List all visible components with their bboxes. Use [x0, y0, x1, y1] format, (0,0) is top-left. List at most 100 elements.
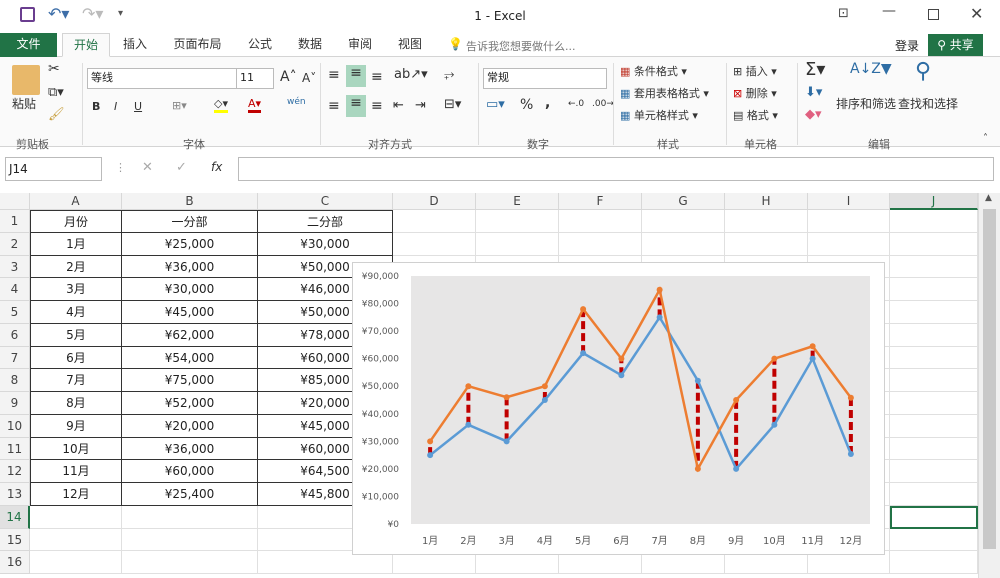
format-as-table-button[interactable]: ▦ 套用表格格式 ▾ — [620, 85, 709, 101]
cell[interactable] — [559, 210, 642, 233]
line-chart[interactable]: ¥0 ¥10,000 ¥20,000 ¥30,000 ¥40,000 ¥50,000 ¥60… — [352, 262, 885, 555]
cell[interactable] — [122, 528, 258, 552]
minimize-button[interactable]: — — [882, 3, 896, 19]
row-header-5[interactable]: 5 — [0, 301, 30, 324]
increase-decimal-icon[interactable]: ←.0 — [568, 99, 584, 109]
tab-view[interactable]: 视图 — [390, 33, 430, 57]
cell[interactable] — [122, 551, 258, 574]
table-cell[interactable]: ¥20,000 — [122, 414, 258, 438]
row-header-3[interactable]: 3 — [0, 255, 30, 279]
comma-button[interactable]: , — [545, 95, 550, 111]
phonetic-icon[interactable]: wén — [287, 97, 306, 107]
fill-icon[interactable]: ⬇▾ — [805, 85, 822, 100]
cell[interactable] — [890, 323, 978, 347]
row-header-6[interactable]: 6 — [0, 323, 30, 347]
fill-color-icon[interactable]: ◇▾ — [214, 97, 228, 113]
tab-file[interactable]: 文件 — [0, 33, 57, 57]
insert-cells-button[interactable]: ⊞ 插入 ▾ — [733, 63, 777, 79]
cell[interactable] — [30, 551, 122, 574]
cell[interactable] — [393, 210, 476, 233]
font-name-select[interactable]: 等线 — [87, 68, 237, 89]
decrease-indent-icon[interactable]: ⇤ — [393, 98, 404, 113]
cell[interactable] — [476, 232, 559, 256]
table-cell[interactable]: 9月 — [30, 414, 122, 438]
enter-icon[interactable]: ✓ — [176, 160, 187, 175]
decrease-font-icon[interactable]: A˅ — [302, 71, 316, 85]
selected-cell-J14[interactable] — [890, 505, 978, 529]
paste-icon[interactable] — [12, 65, 40, 95]
table-cell[interactable]: ¥45,000 — [122, 301, 258, 324]
row-header-11[interactable]: 11 — [0, 437, 30, 461]
row-header-16[interactable]: 16 — [0, 551, 30, 574]
table-cell[interactable]: ¥36,000 — [122, 255, 258, 279]
row-header-15[interactable]: 15 — [0, 528, 30, 552]
underline-button[interactable]: U — [134, 100, 142, 113]
table-cell[interactable]: 6月 — [30, 346, 122, 370]
font-size-select[interactable]: 11 — [236, 68, 274, 89]
table-cell[interactable]: ¥54,000 — [122, 346, 258, 370]
table-cell[interactable]: 7月 — [30, 369, 122, 392]
row-header-2[interactable]: 2 — [0, 232, 30, 256]
ribbon-display-icon[interactable]: ⊡ — [838, 6, 849, 21]
row-header-8[interactable]: 8 — [0, 369, 30, 392]
table-header[interactable]: 月份 — [30, 210, 122, 233]
cell[interactable] — [725, 210, 808, 233]
cell[interactable] — [642, 210, 725, 233]
table-cell[interactable]: ¥25,400 — [122, 483, 258, 506]
table-cell[interactable]: 4月 — [30, 301, 122, 324]
table-cell[interactable]: 8月 — [30, 392, 122, 415]
table-cell[interactable]: ¥36,000 — [122, 437, 258, 461]
tab-data[interactable]: 数据 — [290, 33, 330, 57]
table-cell[interactable]: ¥60,000 — [122, 460, 258, 483]
tell-me-input[interactable]: 告诉我您想要做什么... — [466, 38, 576, 54]
cell-styles-button[interactable]: ▦ 单元格样式 ▾ — [620, 107, 698, 123]
close-button[interactable]: ✕ — [970, 4, 983, 23]
cell[interactable] — [890, 346, 978, 370]
cell[interactable] — [393, 232, 476, 256]
orientation-icon[interactable]: ab↗▾ — [394, 67, 428, 82]
find-select-button[interactable]: 查找和选择 — [898, 95, 958, 112]
cell[interactable] — [890, 460, 978, 483]
cut-icon[interactable]: ✂ — [48, 61, 60, 77]
align-right-icon[interactable]: ≡ — [371, 98, 383, 114]
column-header-D[interactable]: D — [393, 193, 476, 210]
format-cells-button[interactable]: ▤ 格式 ▾ — [733, 107, 778, 123]
table-cell[interactable]: 1月 — [30, 232, 122, 256]
cell[interactable] — [890, 255, 978, 279]
tab-insert[interactable]: 插入 — [115, 33, 155, 57]
align-left-icon[interactable]: ≡ — [328, 98, 340, 114]
table-cell[interactable]: ¥52,000 — [122, 392, 258, 415]
bold-button[interactable]: B — [92, 100, 100, 113]
vertical-scrollbar[interactable]: ▲ — [978, 193, 1000, 578]
number-format-select[interactable]: 常规 — [483, 68, 607, 89]
table-cell[interactable]: 3月 — [30, 278, 122, 301]
tab-formulas[interactable]: 公式 — [240, 33, 280, 57]
column-header-A[interactable]: A — [30, 193, 122, 210]
delete-cells-button[interactable]: ⊠ 删除 ▾ — [733, 85, 777, 101]
table-cell[interactable]: ¥62,000 — [122, 323, 258, 347]
row-header-1[interactable]: 1 — [0, 210, 30, 233]
cell[interactable] — [890, 437, 978, 461]
row-header-14[interactable]: 14 — [0, 505, 30, 529]
row-header-13[interactable]: 13 — [0, 483, 30, 506]
cell[interactable] — [30, 528, 122, 552]
borders-icon[interactable]: ⊞▾ — [172, 99, 187, 112]
cell[interactable] — [890, 414, 978, 438]
currency-icon[interactable]: ▭▾ — [486, 97, 505, 112]
font-color-icon[interactable]: A▾ — [248, 97, 262, 113]
cell[interactable] — [122, 505, 258, 529]
table-cell[interactable]: 2月 — [30, 255, 122, 279]
column-header-B[interactable]: B — [122, 193, 258, 210]
column-header-G[interactable]: G — [642, 193, 725, 210]
cell[interactable] — [890, 278, 978, 301]
scroll-up-icon[interactable]: ▲ — [985, 193, 992, 203]
autosum-icon[interactable]: Σ▾ — [805, 59, 825, 80]
table-cell[interactable]: 10月 — [30, 437, 122, 461]
format-painter-icon[interactable]: 🖌 — [48, 107, 65, 122]
decrease-decimal-icon[interactable]: .00→ — [592, 99, 614, 109]
align-bottom-icon[interactable]: ≡ — [371, 69, 383, 85]
tab-page-layout[interactable]: 页面布局 — [165, 33, 230, 57]
tab-review[interactable]: 审阅 — [340, 33, 380, 57]
table-cell[interactable]: ¥75,000 — [122, 369, 258, 392]
column-header-E[interactable]: E — [476, 193, 559, 210]
